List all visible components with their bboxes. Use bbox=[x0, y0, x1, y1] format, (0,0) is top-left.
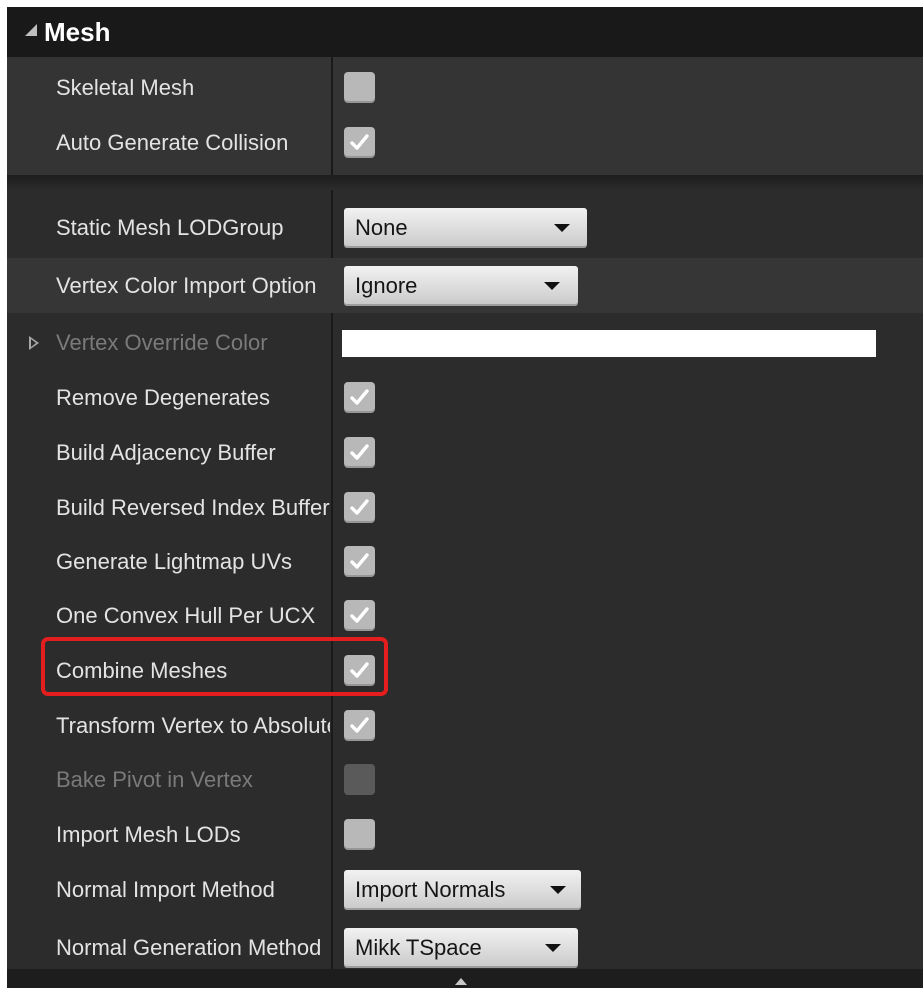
static-mesh-lodgroup-dropdown[interactable]: None bbox=[344, 208, 587, 248]
property-row-normal-import-method: Normal Import Method Import Normals bbox=[7, 862, 923, 917]
property-row-transform-vertex-to-absolute: Transform Vertex to Absolute bbox=[7, 698, 923, 753]
panel-bottom-bar bbox=[7, 969, 923, 988]
one-convex-hull-per-ucx-checkbox[interactable] bbox=[344, 600, 375, 631]
property-label: Bake Pivot in Vertex bbox=[56, 767, 253, 792]
property-row-vertex-color-import: Vertex Color Import Option Ignore bbox=[7, 258, 923, 313]
dropdown-arrow-icon bbox=[545, 944, 561, 952]
mesh-category-header[interactable]: Mesh bbox=[7, 7, 923, 57]
property-row-bake-pivot-in-vertex: Bake Pivot in Vertex bbox=[7, 752, 923, 807]
section-skeletal: Skeletal Mesh Auto Generate Collision bbox=[7, 57, 923, 175]
auto-generate-collision-checkbox[interactable] bbox=[344, 127, 375, 158]
property-row-vertex-override-color: Vertex Override Color bbox=[7, 315, 923, 370]
property-row-skeletal-mesh: Skeletal Mesh bbox=[7, 60, 923, 115]
property-row-combine-meshes: Combine Meshes bbox=[7, 643, 923, 698]
dropdown-arrow-icon bbox=[554, 224, 570, 232]
section-static-mesh: Static Mesh LODGroup None Vertex Color I… bbox=[7, 190, 923, 969]
checkmark-icon bbox=[350, 553, 369, 569]
property-row-auto-generate-collision: Auto Generate Collision bbox=[7, 115, 923, 170]
expand-arrow-icon[interactable] bbox=[29, 336, 39, 350]
normal-import-method-dropdown[interactable]: Import Normals bbox=[344, 870, 581, 910]
checkmark-icon bbox=[350, 607, 369, 623]
property-row-build-reversed-index-buffer: Build Reversed Index Buffer bbox=[7, 480, 923, 535]
property-row-generate-lightmap-uvs: Generate Lightmap UVs bbox=[7, 534, 923, 589]
checkmark-icon bbox=[350, 662, 369, 678]
transform-vertex-to-absolute-checkbox[interactable] bbox=[344, 710, 375, 741]
category-title: Mesh bbox=[44, 16, 111, 47]
property-label: Generate Lightmap UVs bbox=[56, 549, 293, 574]
dropdown-arrow-icon bbox=[544, 282, 560, 290]
normal-generation-method-dropdown[interactable]: Mikk TSpace bbox=[344, 928, 578, 968]
property-label: Build Adjacency Buffer bbox=[56, 440, 276, 465]
property-label: Auto Generate Collision bbox=[56, 130, 289, 155]
checkmark-icon bbox=[350, 499, 369, 515]
details-panel: Mesh Skeletal Mesh Auto Generate Collisi… bbox=[7, 7, 923, 988]
combine-meshes-checkbox[interactable] bbox=[344, 655, 375, 686]
property-label: Static Mesh LODGroup bbox=[56, 215, 284, 240]
section-separator bbox=[7, 175, 923, 190]
vertex-override-color-swatch[interactable] bbox=[342, 330, 876, 357]
property-row-normal-generation-method: Normal Generation Method Mikk TSpace bbox=[7, 920, 923, 975]
property-label: Remove Degenerates bbox=[56, 385, 271, 410]
dropdown-value: Mikk TSpace bbox=[355, 935, 482, 960]
property-label: Skeletal Mesh bbox=[56, 75, 195, 100]
property-label: Vertex Color Import Option bbox=[56, 273, 317, 298]
property-label: Normal Import Method bbox=[56, 877, 275, 902]
build-reversed-index-buffer-checkbox[interactable] bbox=[344, 492, 375, 523]
property-row-one-convex-hull-per-ucx: One Convex Hull Per UCX bbox=[7, 588, 923, 643]
resize-handle-icon[interactable] bbox=[455, 978, 467, 985]
generate-lightmap-uvs-checkbox[interactable] bbox=[344, 546, 375, 577]
import-mesh-lods-checkbox[interactable] bbox=[344, 819, 375, 850]
property-row-remove-degenerates: Remove Degenerates bbox=[7, 370, 923, 425]
property-label: Transform Vertex to Absolute bbox=[56, 713, 330, 738]
property-row-static-mesh-lodgroup: Static Mesh LODGroup None bbox=[7, 200, 923, 255]
build-adjacency-buffer-checkbox[interactable] bbox=[344, 437, 375, 468]
dropdown-value: None bbox=[355, 215, 408, 240]
checkmark-icon bbox=[350, 134, 369, 150]
dropdown-value: Ignore bbox=[355, 273, 418, 298]
property-label: Normal Generation Method bbox=[56, 935, 322, 960]
skeletal-mesh-checkbox[interactable] bbox=[344, 72, 375, 103]
checkmark-icon bbox=[350, 389, 369, 405]
property-row-import-mesh-lods: Import Mesh LODs bbox=[7, 807, 923, 862]
property-label: Build Reversed Index Buffer bbox=[56, 495, 330, 520]
collapse-triangle-icon[interactable] bbox=[25, 24, 37, 36]
checkmark-icon bbox=[350, 717, 369, 733]
property-label: Combine Meshes bbox=[56, 658, 228, 683]
property-row-build-adjacency-buffer: Build Adjacency Buffer bbox=[7, 425, 923, 480]
property-label: One Convex Hull Per UCX bbox=[56, 603, 316, 628]
dropdown-value: Import Normals bbox=[355, 877, 506, 902]
vertex-color-import-dropdown[interactable]: Ignore bbox=[344, 266, 578, 306]
property-label: Vertex Override Color bbox=[56, 330, 268, 355]
dropdown-arrow-icon bbox=[550, 886, 566, 894]
bake-pivot-in-vertex-checkbox bbox=[344, 764, 375, 795]
checkmark-icon bbox=[350, 444, 369, 460]
remove-degenerates-checkbox[interactable] bbox=[344, 382, 375, 413]
property-label: Import Mesh LODs bbox=[56, 822, 241, 847]
